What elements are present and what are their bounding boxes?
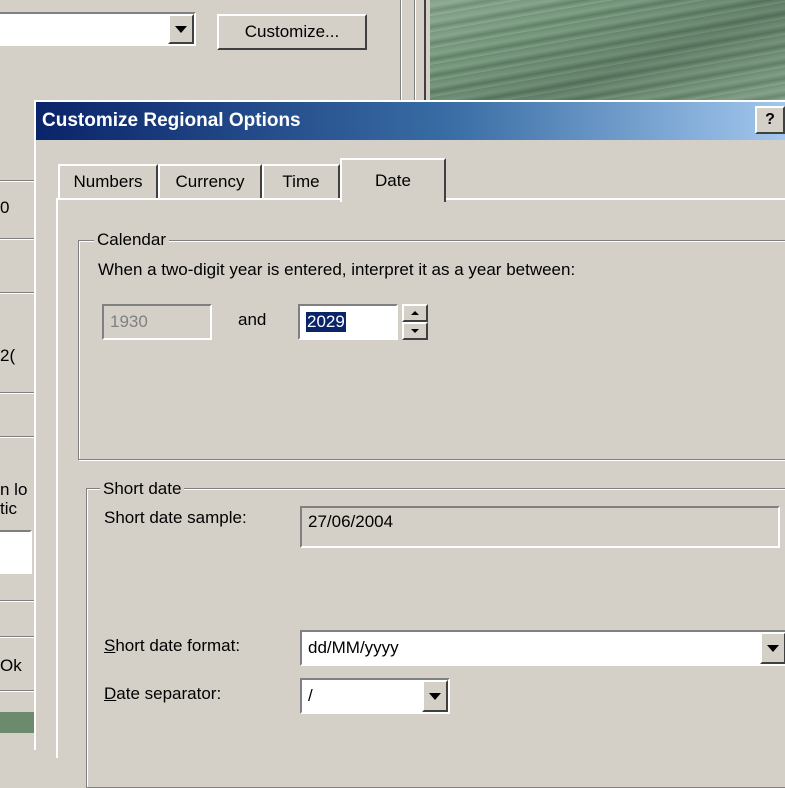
date-separator-combo[interactable]: /	[300, 678, 450, 714]
background-divider	[400, 0, 402, 100]
background-row-divider	[0, 392, 34, 394]
tab-currency-label: Currency	[175, 172, 245, 191]
date-separator-accel: D	[104, 684, 117, 703]
short-date-format-label: Short date format:	[104, 636, 240, 656]
chevron-down-icon	[411, 329, 419, 333]
spinner-down-button[interactable]	[402, 322, 428, 340]
and-label: and	[238, 310, 267, 329]
background-cell-text: 2(	[0, 346, 16, 365]
help-icon: ?	[765, 111, 775, 128]
year-to-field[interactable]: 2029	[298, 304, 398, 340]
short-date-sample-label: Short date sample:	[104, 508, 247, 527]
tab-date[interactable]: Date	[340, 158, 446, 202]
date-tab-panel: Calendar When a two-digit year is entere…	[56, 198, 785, 788]
background-combo-box[interactable]	[0, 12, 196, 46]
background-row-divider	[0, 690, 34, 692]
chevron-down-icon	[175, 25, 187, 33]
tab-time-label: Time	[282, 172, 320, 191]
short-date-format-value: dd/MM/yyyy	[308, 638, 399, 657]
date-separator-dropdown-button[interactable]	[422, 680, 448, 712]
background-row-divider	[0, 600, 34, 602]
background-customize-label: Customize...	[244, 22, 340, 41]
background-row-divider	[0, 436, 34, 438]
calendar-description: When a two-digit year is entered, interp…	[98, 260, 576, 279]
date-separator-label-rest: ate separator:	[116, 684, 222, 703]
tab-numbers-label: Numbers	[73, 172, 143, 191]
tab-currency[interactable]: Currency	[158, 164, 262, 198]
background-customize-button[interactable]: Customize...	[217, 14, 367, 50]
year-to-spinner[interactable]	[402, 304, 428, 340]
background-combo-dropdown-button[interactable]	[168, 14, 194, 44]
tab-date-label: Date	[375, 171, 411, 190]
background-status-strip	[0, 712, 34, 733]
date-separator-value: /	[308, 686, 313, 705]
year-from-value: 1930	[110, 312, 148, 331]
background-input[interactable]	[0, 530, 32, 574]
background-cell-text: tic	[0, 499, 17, 518]
chevron-down-icon	[429, 692, 441, 700]
help-button[interactable]: ?	[755, 106, 785, 134]
background-row-divider	[0, 238, 34, 240]
short-date-format-combo[interactable]: dd/MM/yyyy	[300, 630, 785, 666]
chevron-up-icon	[411, 311, 419, 315]
tab-time[interactable]: Time	[262, 164, 340, 198]
background-row-divider	[0, 180, 34, 182]
short-date-format-dropdown-button[interactable]	[760, 632, 785, 664]
background-row-divider	[0, 636, 34, 638]
dialog-titlebar[interactable]: Customize Regional Options	[36, 102, 785, 140]
background-divider	[424, 0, 426, 100]
short-date-format-label-rest: hort date format:	[115, 636, 241, 655]
background-divider	[414, 0, 416, 100]
year-from-field: 1930	[102, 304, 212, 340]
date-separator-label: Date separator:	[104, 684, 221, 704]
dialog-title: Customize Regional Options	[42, 110, 301, 131]
short-date-format-accel: S	[104, 636, 116, 655]
background-cell-text: n lo	[0, 480, 28, 499]
calendar-legend: Calendar	[94, 230, 169, 250]
year-to-value: 2029	[306, 312, 346, 332]
chevron-down-icon	[767, 644, 779, 652]
tab-numbers[interactable]: Numbers	[58, 164, 158, 198]
background-row-divider	[0, 292, 34, 294]
short-date-sample-field: 27/06/2004	[300, 506, 780, 548]
background-cell-text: Ok	[0, 656, 22, 675]
background-cell-text: 0	[0, 198, 10, 217]
customize-regional-options-dialog: Customize Regional Options ? Numbers Cur…	[34, 100, 785, 788]
spinner-up-button[interactable]	[402, 304, 428, 322]
desktop-wallpaper-preview	[430, 0, 785, 100]
short-date-sample-value: 27/06/2004	[308, 512, 394, 531]
short-date-legend: Short date	[100, 479, 185, 499]
